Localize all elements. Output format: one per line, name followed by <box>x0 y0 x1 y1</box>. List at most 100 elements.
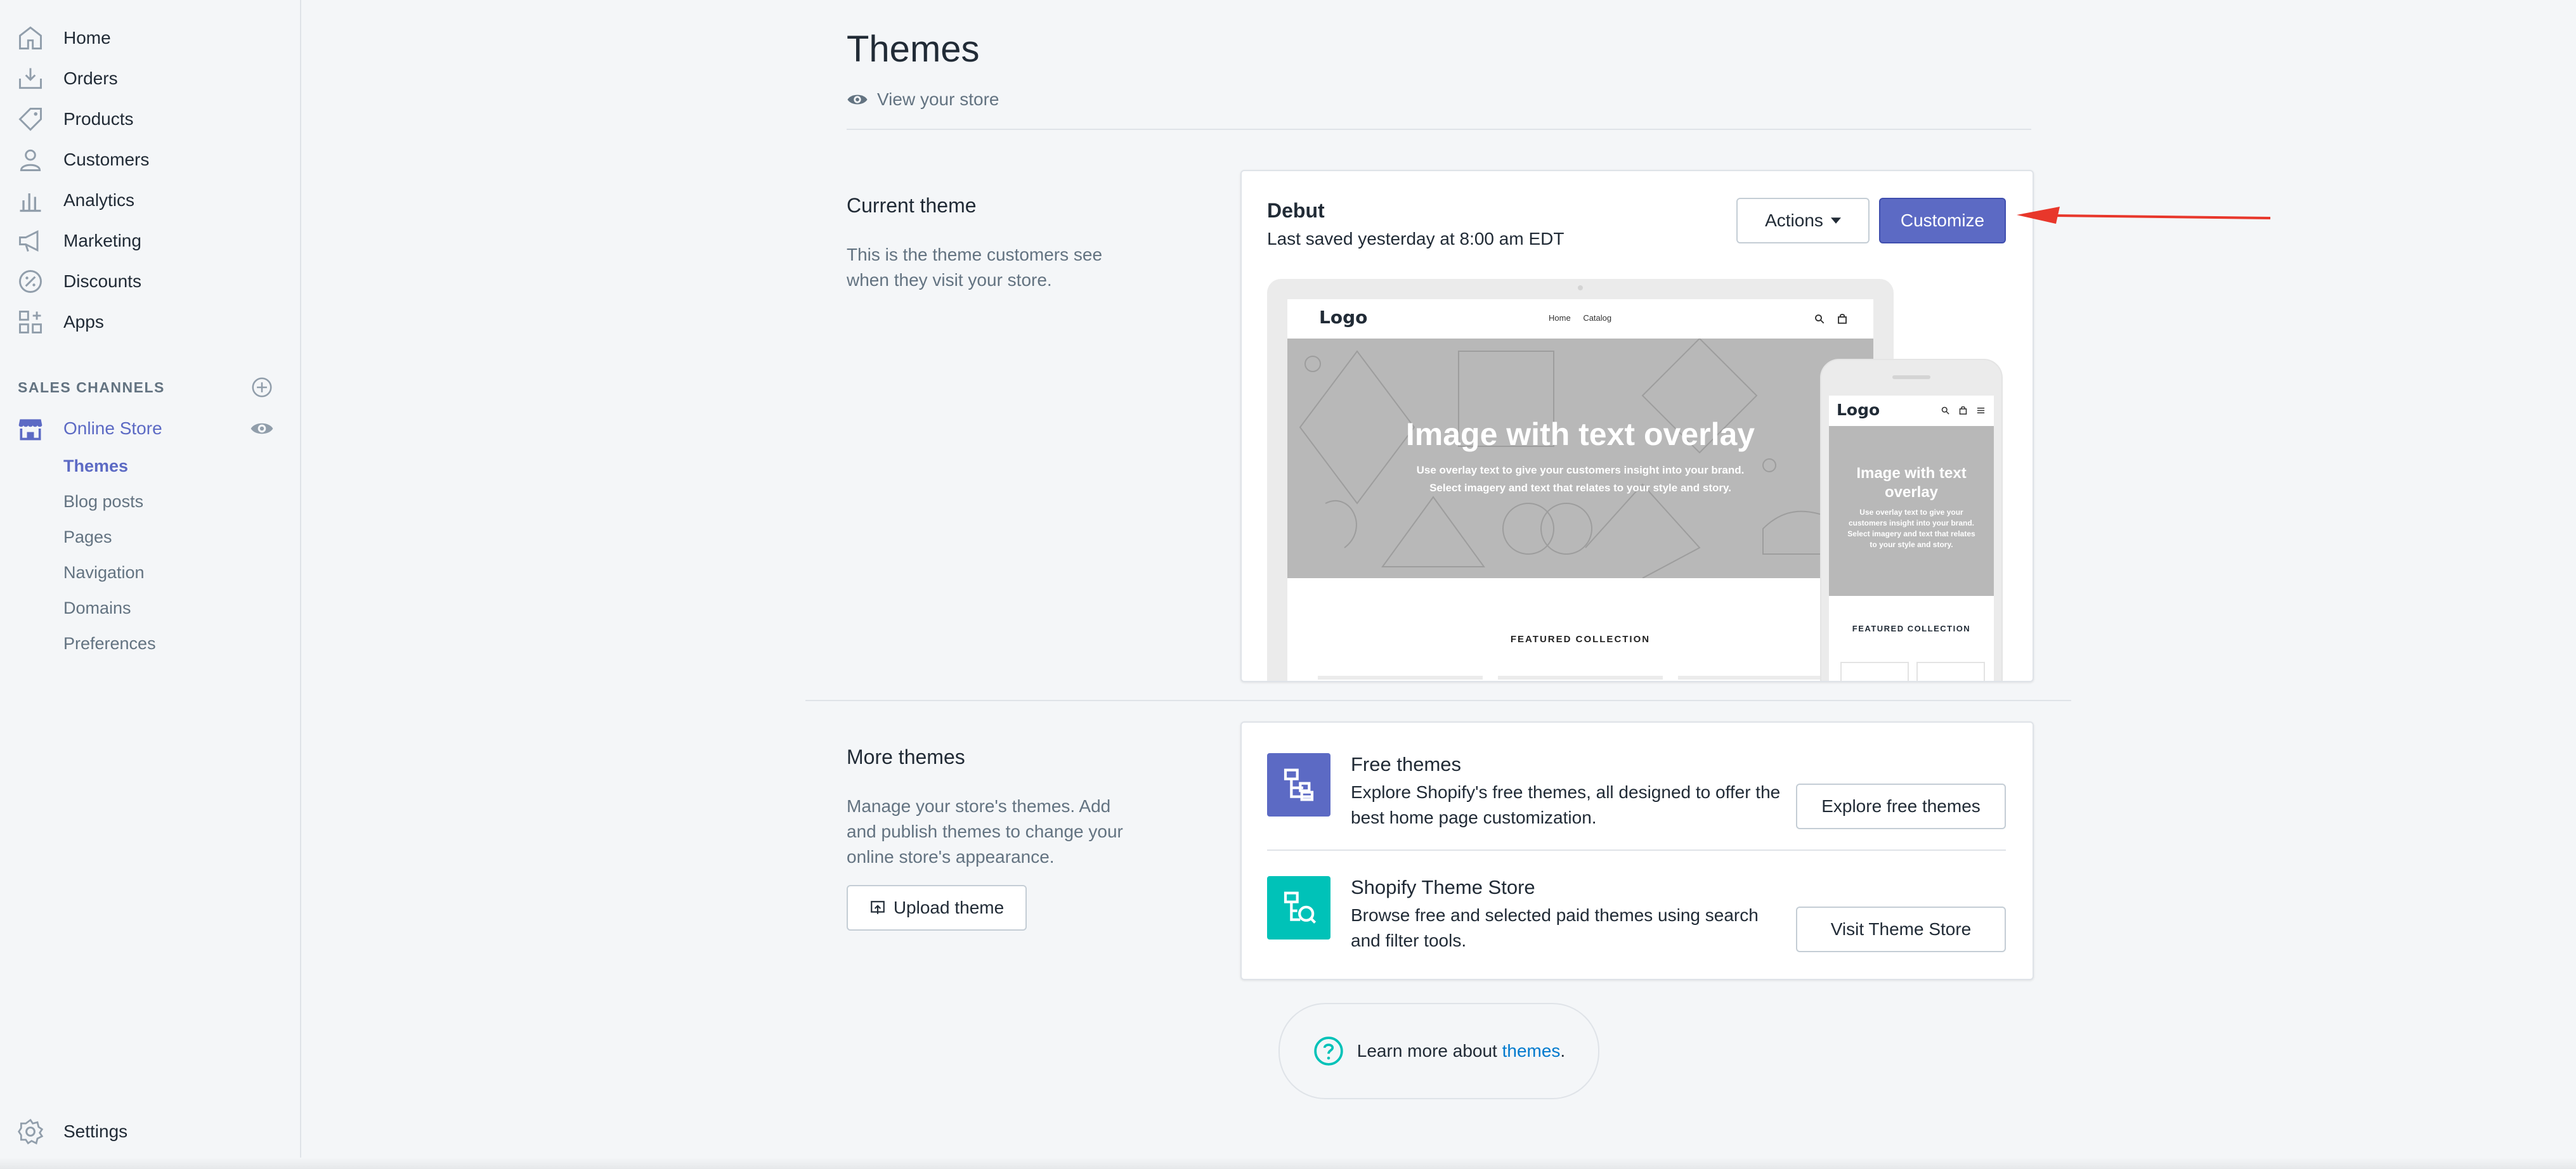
page-title: Themes <box>847 29 980 70</box>
sidebar-item-apps[interactable]: Apps <box>0 303 300 341</box>
free-themes-icon <box>1267 753 1330 817</box>
preview-hero-title: Image with text overlay <box>1405 417 1755 452</box>
sidebar-subitem-themes[interactable]: Themes <box>63 456 128 476</box>
sidebar-item-home[interactable]: Home <box>0 19 300 57</box>
sidebar-item-label: Customers <box>63 150 150 169</box>
search-icon <box>1815 314 1825 324</box>
bottom-edge <box>0 1158 2576 1169</box>
mobile-hero-sub-2: customers insight into your brand. <box>1848 519 1975 527</box>
actions-button[interactable]: Actions <box>1736 198 1870 243</box>
mobile-hero-title-1: Image with text <box>1856 465 1967 482</box>
explore-free-themes-label: Explore free themes <box>1821 796 1981 816</box>
theme-preview[interactable]: Logo Home Catalog Image with text overla… <box>1267 279 2003 681</box>
mobile-hero-title-2: overlay <box>1884 484 1939 501</box>
store-icon <box>18 419 42 441</box>
preview-hero-image: Image with text overlay Use overlay text… <box>1287 339 1873 578</box>
sidebar-subitem-navigation[interactable]: Navigation <box>63 563 145 583</box>
theme-store-icon <box>1267 876 1330 940</box>
upload-theme-button[interactable]: Upload theme <box>847 885 1027 931</box>
sidebar-item-analytics[interactable]: Analytics <box>0 181 300 219</box>
sidebar-item-label: Discounts <box>63 271 141 291</box>
megaphone-icon <box>19 229 39 252</box>
mobile-hero-sub-1: Use overlay text to give your <box>1859 508 1963 517</box>
view-store-link[interactable]: View your store <box>847 89 999 110</box>
sidebar-subitem-pages[interactable]: Pages <box>63 527 112 547</box>
bar-chart-icon <box>20 193 41 212</box>
sidebar-item-label: Orders <box>63 68 118 88</box>
sidebar: Home Orders Products Customers Analytics… <box>0 0 301 1169</box>
sidebar-item-online-store[interactable]: Online Store <box>0 410 300 448</box>
mobile-hero-sub-3: Select imagery and text that relates <box>1847 529 1975 538</box>
row-divider <box>1267 849 2006 851</box>
upload-theme-label: Upload theme <box>893 898 1005 917</box>
caret-down-icon <box>1830 217 1841 224</box>
preview-featured-collection: FEATURED COLLECTION <box>1510 634 1651 645</box>
theme-name: Debut <box>1267 199 1325 222</box>
search-icon <box>1941 406 1949 415</box>
sidebar-subitem-preferences[interactable]: Preferences <box>63 634 156 654</box>
sidebar-item-settings[interactable]: Settings <box>0 1113 300 1151</box>
learn-more-prefix: Learn more about <box>1356 1041 1502 1061</box>
eye-icon <box>847 94 868 105</box>
header-divider <box>847 129 2031 130</box>
explore-free-themes-button[interactable]: Explore free themes <box>1796 784 2006 829</box>
sidebar-item-label: Analytics <box>63 190 135 210</box>
mobile-preview-logo: Logo <box>1837 401 1880 419</box>
current-theme-card: Debut Last saved yesterday at 8:00 am ED… <box>1240 170 2034 682</box>
actions-button-label: Actions <box>1765 210 1823 230</box>
upload-icon <box>870 901 885 914</box>
customize-button[interactable]: Customize <box>1879 198 2006 243</box>
mobile-preview: Logo Image with text overlay Use overlay… <box>1820 359 2003 681</box>
mobile-preview-featured: FEATURED COLLECTION <box>1852 624 1971 633</box>
sidebar-item-customers[interactable]: Customers <box>0 141 300 179</box>
bag-icon <box>1959 406 1967 415</box>
customize-button-label: Customize <box>1900 210 1985 230</box>
sidebar-item-products[interactable]: Products <box>0 100 300 138</box>
hero-pattern <box>1299 339 1859 578</box>
current-theme-heading: Current theme <box>847 194 977 217</box>
mobile-hero-sub-4: to your style and story. <box>1870 540 1953 549</box>
add-channel-icon[interactable] <box>250 375 274 399</box>
sidebar-subitem-blog-posts[interactable]: Blog posts <box>63 492 143 512</box>
section-divider <box>805 700 2071 701</box>
visit-theme-store-button[interactable]: Visit Theme Store <box>1796 907 2006 952</box>
sidebar-item-orders[interactable]: Orders <box>0 60 300 98</box>
tag-icon <box>18 108 42 131</box>
preview-nav-home: Home <box>1549 313 1571 323</box>
desktop-preview: Logo Home Catalog Image with text overla… <box>1267 279 1894 681</box>
person-icon <box>20 149 41 171</box>
preview-hero-subtitle-2: Select imagery and text that relates to … <box>1429 482 1731 494</box>
discount-icon <box>19 270 42 293</box>
gear-icon <box>18 1118 44 1145</box>
eye-icon[interactable] <box>250 417 274 441</box>
theme-store-title: Shopify Theme Store <box>1351 876 1535 898</box>
more-themes-card: Free themes Explore Shopify's free theme… <box>1240 721 2034 980</box>
sidebar-item-label: Home <box>63 28 111 48</box>
help-icon <box>1314 1037 1343 1066</box>
current-theme-description: This is the theme customers see when the… <box>847 245 1103 290</box>
sidebar-item-label: Settings <box>63 1121 128 1141</box>
sidebar-item-marketing[interactable]: Marketing <box>0 222 300 260</box>
theme-store-description: Browse free and selected paid themes usi… <box>1351 905 1759 950</box>
theme-last-saved: Last saved yesterday at 8:00 am EDT <box>1267 229 1564 249</box>
free-themes-description: Explore Shopify's free themes, all desig… <box>1351 782 1781 827</box>
mobile-preview-hero: Image with text overlay Use overlay text… <box>1829 426 1994 596</box>
sidebar-subitem-domains[interactable]: Domains <box>63 598 131 618</box>
home-icon <box>19 26 42 49</box>
apps-icon <box>19 311 42 333</box>
sidebar-item-label: Marketing <box>63 231 141 250</box>
preview-logo: Logo <box>1319 307 1368 328</box>
more-themes-description: Manage your store's themes. Add and publ… <box>847 796 1123 867</box>
learn-more-suffix: . <box>1560 1041 1566 1061</box>
themes-help-link[interactable]: themes <box>1502 1041 1561 1061</box>
sidebar-item-discounts[interactable]: Discounts <box>0 262 300 300</box>
sales-channels-heading: SALES CHANNELS <box>18 379 165 396</box>
orders-icon <box>19 68 42 89</box>
visit-theme-store-label: Visit Theme Store <box>1830 919 1972 939</box>
preview-nav-catalog: Catalog <box>1583 313 1612 323</box>
menu-icon <box>1977 407 1985 414</box>
learn-more-footer: Learn more about themes. <box>1278 1003 1599 1099</box>
more-themes-heading: More themes <box>847 746 965 768</box>
bag-icon <box>1838 314 1847 324</box>
sidebar-item-label: Online Store <box>63 418 162 438</box>
